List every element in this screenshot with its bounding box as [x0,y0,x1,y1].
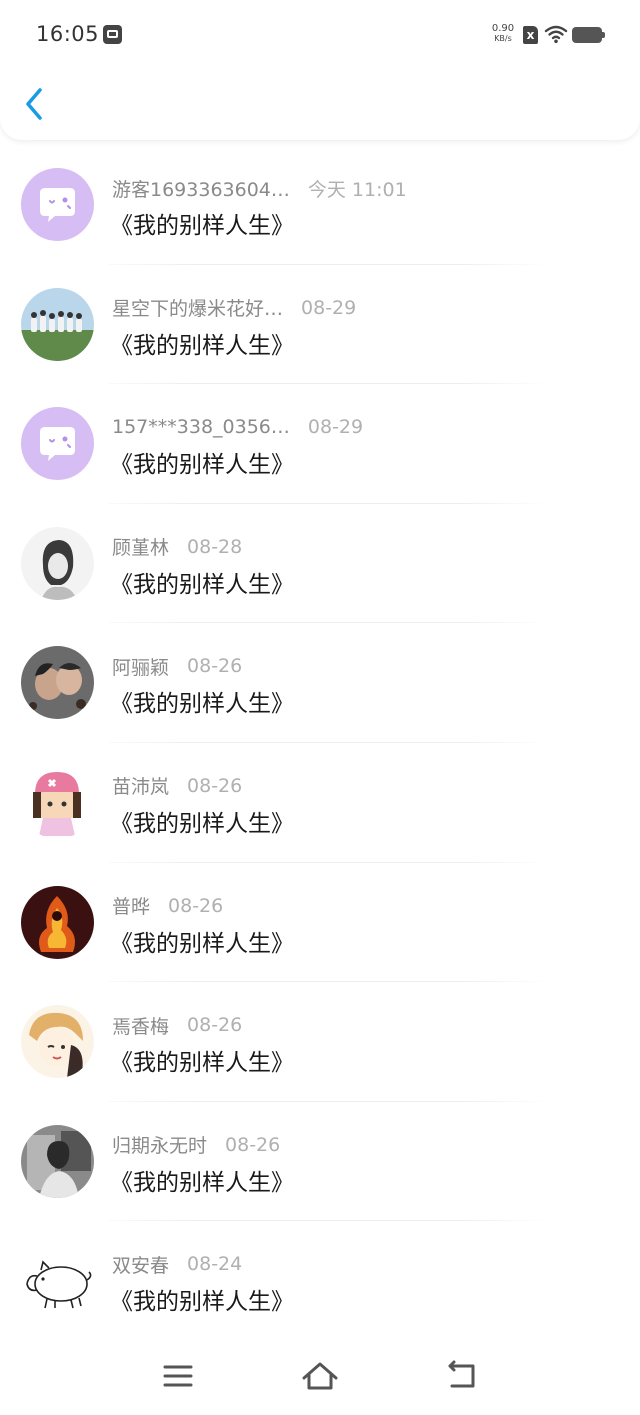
home-icon [302,1362,338,1390]
top-bar: 16:05 0.90 KB/s x [0,0,640,140]
back-button[interactable] [20,86,50,122]
timestamp: 08-28 [187,535,243,558]
list-item[interactable]: 阿骊颖 08-26 《我的别样人生》 [0,623,640,743]
chevron-left-icon [26,88,42,120]
book-title: 《我的别样人生》 [110,332,294,359]
network-speed: 0.90 KB/s [490,24,516,44]
item-meta: 苗沛岚 08-26 [112,773,242,799]
username: 阿骊颖 [112,656,170,679]
avatar[interactable] [21,526,94,600]
item-meta: 焉香梅 08-26 [112,1012,242,1038]
username: 焉香梅 [112,1015,170,1038]
battery-icon [572,27,605,43]
status-time: 16:05 [36,22,100,46]
avatar[interactable] [21,1124,94,1198]
menu-icon [163,1365,193,1387]
avatar[interactable] [21,765,94,839]
timestamp: 08-26 [168,894,224,917]
avatar[interactable] [21,1244,94,1318]
username: 苗沛岚 [112,776,170,799]
timestamp: 08-29 [307,416,364,439]
timestamp: 08-26 [225,1133,281,1156]
timestamp: 08-26 [187,1014,243,1037]
timestamp: 今天 11:01 [307,178,407,201]
book-title: 《我的别样人生》 [110,1169,294,1196]
list-item[interactable]: 星空下的爆米花好… 08-29 《我的别样人生》 [0,265,640,385]
list-item[interactable]: 游客1693363604… 今天 11:01 《我的别样人生》 [0,145,640,265]
network-speed-unit: KB/s [494,34,512,43]
avatar[interactable] [21,885,94,959]
app-notification-icon [103,25,122,44]
item-meta: 归期永无时 08-26 [112,1132,280,1158]
item-meta: 157***338_0356… 08-29 [112,414,363,440]
book-title: 《我的别样人生》 [110,810,294,837]
return-icon [448,1360,475,1388]
reader-list: 游客1693363604… 今天 11:01 《我的别样人生》 星空下的爆米花好… 08… [0,145,640,1341]
list-item[interactable]: 普晔 08-26 《我的别样人生》 [0,863,640,983]
username: 双安春 [112,1254,170,1277]
item-meta: 阿骊颖 08-26 [112,653,242,679]
wifi-icon [544,25,568,44]
book-title: 《我的别样人生》 [110,571,294,598]
list-item[interactable]: 双安春 08-24 《我的别样人生》 [0,1221,640,1341]
timestamp: 08-26 [187,774,243,797]
timestamp: 08-26 [187,655,243,678]
book-title: 《我的别样人生》 [110,930,294,957]
book-title: 《我的别样人生》 [110,452,294,479]
book-title: 《我的别样人生》 [110,1050,294,1077]
avatar[interactable] [21,407,94,481]
username: 普晔 [112,896,151,919]
return-button[interactable] [440,1356,484,1396]
book-title: 《我的别样人生》 [110,691,294,718]
avatar[interactable] [21,1005,94,1079]
home-button[interactable] [298,1356,342,1396]
menu-button[interactable] [156,1356,200,1396]
avatar[interactable] [21,168,94,241]
username: 归期永无时 [112,1135,208,1158]
book-title: 《我的别样人生》 [110,1289,294,1316]
username: 顾堇林 [112,537,170,560]
list-item[interactable]: 归期永无时 08-26 《我的别样人生》 [0,1102,640,1222]
list-item[interactable]: 苗沛岚 08-26 《我的别样人生》 [0,743,640,863]
username: 游客1693363604… [112,178,290,201]
list-item[interactable]: 焉香梅 08-26 《我的别样人生》 [0,982,640,1102]
item-meta: 游客1693363604… 今天 11:01 [112,175,407,201]
item-meta: 星空下的爆米花好… 08-29 [112,295,356,321]
item-meta: 顾堇林 08-28 [112,534,242,560]
list-item[interactable]: 157***338_0356… 08-29 《我的别样人生》 [0,384,640,504]
book-title: 《我的别样人生》 [110,213,294,239]
sim-card-icon: x [523,26,538,44]
list-item[interactable]: 顾堇林 08-28 《我的别样人生》 [0,504,640,624]
username: 星空下的爆米花好… [112,298,284,321]
system-nav-bar [0,1340,640,1415]
timestamp: 08-29 [301,296,357,319]
item-meta: 普晔 08-26 [112,893,223,919]
item-meta: 双安春 08-24 [112,1251,242,1277]
avatar[interactable] [21,287,94,361]
avatar[interactable] [21,646,94,720]
username: 157***338_0356… [112,416,290,439]
network-speed-value: 0.90 [491,23,515,34]
timestamp: 08-24 [187,1253,243,1276]
